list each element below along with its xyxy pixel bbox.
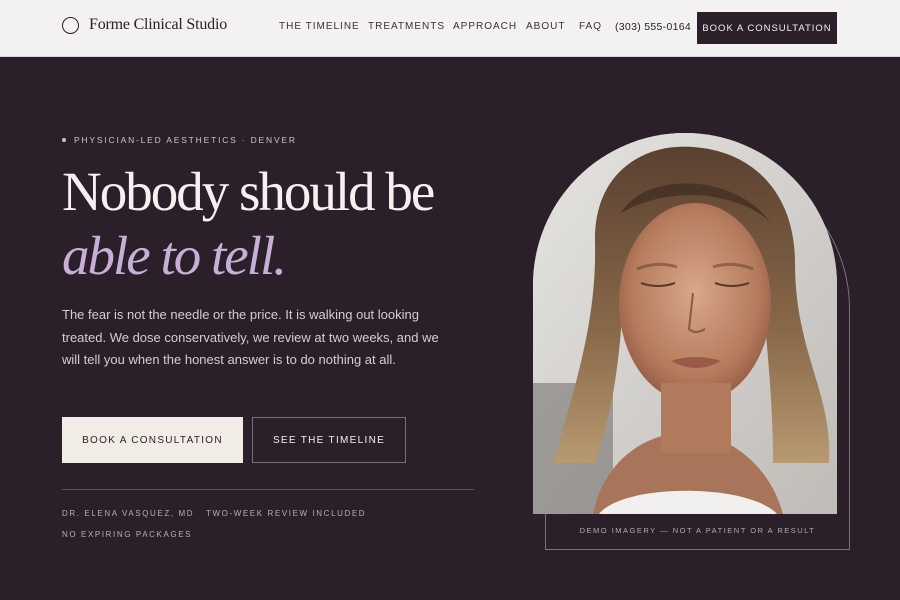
portrait-illustration [533, 133, 837, 514]
hero-headline: Nobody should be [62, 161, 435, 222]
brand-name: Forme Clinical Studio [89, 16, 228, 33]
book-consultation-button[interactable]: BOOK A CONSULTATION [62, 417, 243, 463]
hero-headline-accent: able to tell. [62, 225, 287, 286]
site-header: Forme Clinical Studio THE TIMELINE TREAT… [0, 0, 900, 57]
logo-circle-icon [62, 16, 79, 34]
meta-physician: DR. ELENA VASQUEZ, MD [62, 509, 195, 518]
nav-link-timeline[interactable]: THE TIMELINE [279, 21, 360, 32]
meta-packages: NO EXPIRING PACKAGES [62, 530, 193, 539]
bullet-dot-icon [62, 138, 66, 142]
image-caption: DEMO IMAGERY — NOT A PATIENT OR A RESULT [579, 526, 816, 535]
nav-link-faq[interactable]: FAQ [579, 21, 602, 32]
hero-divider [62, 489, 474, 490]
hero-eyebrow: PHYSICIAN-LED AESTHETICS · DENVER [62, 135, 297, 145]
hero-portrait-image [533, 133, 837, 514]
see-timeline-button[interactable]: SEE THE TIMELINE [252, 417, 406, 463]
nav-link-treatments[interactable]: TREATMENTS [368, 21, 445, 32]
nav-link-approach[interactable]: APPROACH [453, 21, 517, 32]
hero-body-text: The fear is not the needle or the price.… [62, 307, 439, 367]
brand-logo[interactable]: Forme Clinical Studio [62, 16, 227, 34]
meta-review: TWO-WEEK REVIEW INCLUDED [206, 509, 367, 518]
eyebrow-text: PHYSICIAN-LED AESTHETICS · DENVER [74, 135, 297, 145]
header-book-consultation-button[interactable]: BOOK A CONSULTATION [697, 12, 837, 44]
phone-link[interactable]: (303) 555-0164 [615, 21, 691, 33]
nav-link-about[interactable]: ABOUT [526, 21, 565, 32]
